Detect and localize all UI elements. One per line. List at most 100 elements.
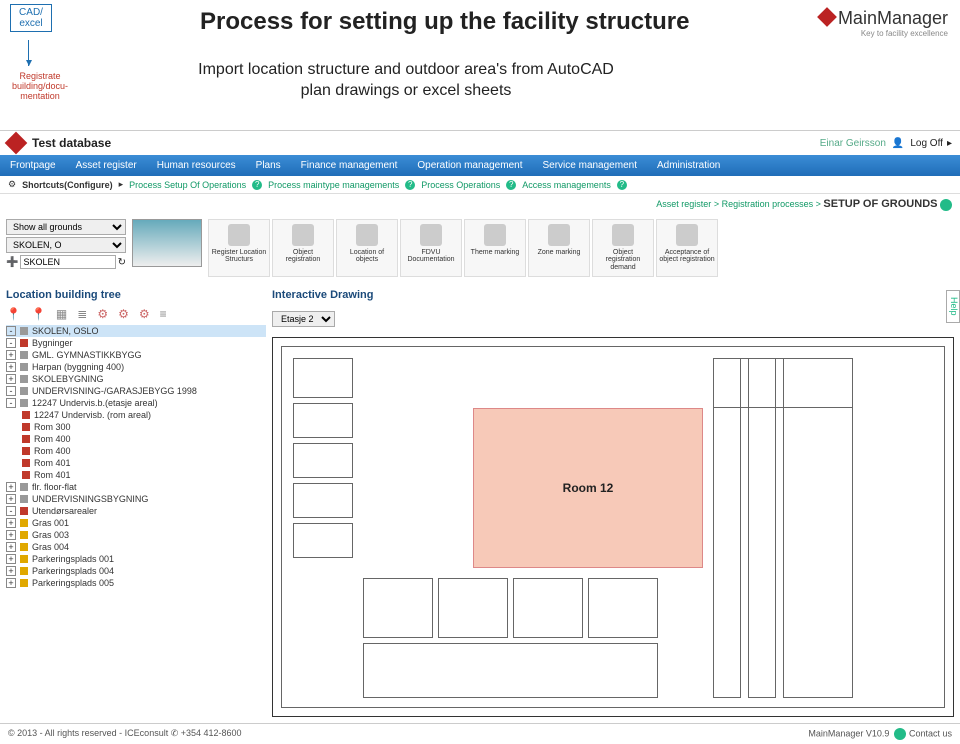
shortcut-item[interactable]: Process maintype managements [268,180,399,190]
tree-node[interactable]: Rom 401 [6,457,266,469]
logoff-link[interactable]: Log Off [910,138,943,149]
list-icon[interactable]: ≣ [77,307,87,321]
corridor[interactable] [748,358,776,698]
tree-node[interactable]: +Parkeringsplads 005 [6,577,266,589]
tree-node[interactable]: -Bygninger [6,337,266,349]
pin-icon[interactable]: 📍 [6,307,21,321]
expand-icon[interactable]: + [6,554,16,564]
tree-node[interactable]: +GML. GYMNASTIKKBYGG [6,349,266,361]
room-highlight[interactable]: Room 12 [473,408,703,568]
tile-theme-marking[interactable]: Theme marking [464,219,526,277]
tile-fdvu[interactable]: FDVU Documentation [400,219,462,277]
expand-icon[interactable]: + [6,578,16,588]
menu-operation[interactable]: Operation management [407,155,532,176]
pin-outline-icon[interactable]: 📍 [31,307,46,321]
help-badge-icon[interactable]: ? [252,180,262,190]
room-box[interactable] [293,403,353,438]
tree-node[interactable]: Rom 401 [6,469,266,481]
breadcrumb-part[interactable]: Asset register [656,199,711,209]
room-box[interactable] [293,443,353,478]
menu-plans[interactable]: Plans [246,155,291,176]
room-box[interactable] [363,643,658,698]
tile-acceptance[interactable]: Acceptance of object registration [656,219,718,277]
tree-node[interactable]: 12247 Undervisb. (rom areal) [6,409,266,421]
room-box[interactable] [513,578,583,638]
tile-location-objects[interactable]: Location of objects [336,219,398,277]
shortcuts-label[interactable]: Shortcuts(Configure) [22,180,113,190]
location-tree[interactable]: -SKOLEN, OSLO-Bygninger+GML. GYMNASTIKKB… [6,325,266,589]
gear-icon[interactable]: ⚙ [8,179,16,190]
tree-node[interactable]: +Parkeringsplads 001 [6,553,266,565]
tree-node[interactable]: Rom 300 [6,421,266,433]
room-box[interactable] [713,358,853,408]
tile-registration-demand[interactable]: Object registration demand [592,219,654,277]
shortcut-item[interactable]: Access managements [522,180,611,190]
tree-node[interactable]: -UNDERVISNING-/GARASJEBYGG 1998 [6,385,266,397]
tree-node[interactable]: -Utendørsarealer [6,505,266,517]
menu-icon[interactable]: ≡ [160,307,167,321]
plus-icon[interactable]: ➕ [6,257,18,268]
tree-node[interactable]: -SKOLEN, OSLO [6,325,266,337]
expand-icon[interactable]: + [6,566,16,576]
room-box[interactable] [363,578,433,638]
corridor[interactable] [783,358,853,698]
menu-service[interactable]: Service management [532,155,647,176]
expand-icon[interactable]: + [6,494,16,504]
menu-asset-register[interactable]: Asset register [66,155,147,176]
tile-register-location[interactable]: Register Location Structurs [208,219,270,277]
help-tab[interactable]: Help [946,290,960,323]
tree-node[interactable]: +SKOLEBYGNING [6,373,266,385]
expand-icon[interactable]: + [6,362,16,372]
building-thumbnail[interactable] [132,219,202,267]
expand-icon[interactable]: - [6,398,16,408]
room-box[interactable] [293,483,353,518]
tile-object-registration[interactable]: Object registration [272,219,334,277]
dropdown-icon[interactable]: ▸ [947,138,952,149]
corridor[interactable] [713,358,741,698]
gear-icon[interactable]: ⚙ [139,307,150,321]
tree-node[interactable]: +Harpan (byggning 400) [6,361,266,373]
gear-icon[interactable]: ⚙ [97,307,108,321]
tree-node[interactable]: Rom 400 [6,433,266,445]
tree-node[interactable]: +Gras 001 [6,517,266,529]
contact-link[interactable]: Contact us [909,728,952,738]
tree-node[interactable]: +flr. floor-flat [6,481,266,493]
expand-icon[interactable]: - [6,326,16,336]
expand-icon[interactable]: - [6,338,16,348]
shortcut-item[interactable]: Process Setup Of Operations [129,180,246,190]
expand-icon[interactable]: + [6,350,16,360]
floorplan-viewer[interactable]: Room 12 [272,337,954,717]
floor-select[interactable]: Etasje 2 [272,311,335,327]
tree-node[interactable]: +Parkeringsplads 004 [6,565,266,577]
help-badge-icon[interactable]: ? [506,180,516,190]
tile-zone-marking[interactable]: Zone marking [528,219,590,277]
tree-node[interactable]: Rom 400 [6,445,266,457]
gear-icon[interactable]: ⚙ [118,307,129,321]
help-badge-icon[interactable]: ? [405,180,415,190]
expand-icon[interactable]: + [6,482,16,492]
columns-icon[interactable]: ▦ [56,307,67,321]
shortcut-item[interactable]: Process Operations [421,180,500,190]
expand-icon[interactable]: + [6,518,16,528]
expand-icon[interactable]: + [6,530,16,540]
room-box[interactable] [293,358,353,398]
filter-school-locked[interactable] [20,255,115,269]
filter-school[interactable]: SKOLEN, O [6,237,126,253]
expand-icon[interactable]: + [6,542,16,552]
filter-all-grounds[interactable]: Show all grounds [6,219,126,235]
expand-icon[interactable]: - [6,386,16,396]
menu-human-resources[interactable]: Human resources [147,155,246,176]
expand-icon[interactable]: - [6,506,16,516]
refresh-icon[interactable]: ↻ [118,257,126,268]
tree-node[interactable]: +Gras 003 [6,529,266,541]
tree-node[interactable]: +UNDERVISNINGSBYGNING [6,493,266,505]
globe-icon[interactable] [940,199,952,211]
globe-icon[interactable] [894,728,906,740]
menu-finance[interactable]: Finance management [291,155,408,176]
room-box[interactable] [293,523,353,558]
menu-frontpage[interactable]: Frontpage [0,155,66,176]
tree-node[interactable]: -12247 Undervis.b.(etasje areal) [6,397,266,409]
room-box[interactable] [438,578,508,638]
expand-icon[interactable]: + [6,374,16,384]
room-box[interactable] [588,578,658,638]
